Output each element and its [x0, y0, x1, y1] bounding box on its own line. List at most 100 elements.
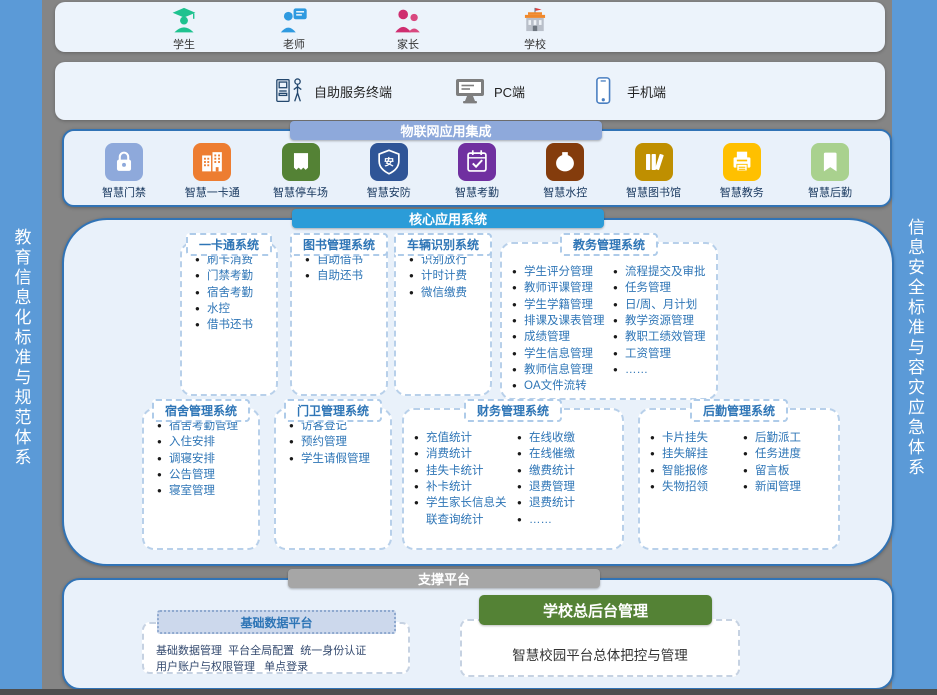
list-item: 教学资源管理	[613, 313, 712, 329]
system-list: 识别放行计时计费微信缴费	[409, 252, 486, 386]
list-item: 退费管理	[517, 479, 618, 495]
system-box-vehicle: 车辆识别系统 识别放行计时计费微信缴费	[394, 242, 492, 396]
iot-panel: 智慧门禁	[62, 129, 892, 207]
user-group-parents: 家长	[376, 7, 440, 52]
list-item: 补卡统计	[414, 479, 515, 495]
security-icon: 安	[370, 143, 408, 181]
user-label: 学校	[524, 36, 546, 52]
support-header-band: 支撑平台	[288, 569, 600, 588]
list-item: 退费统计	[517, 495, 618, 511]
base-platform-title: 基础数据平台	[157, 610, 396, 634]
bullet-icon	[157, 483, 164, 498]
sidebar-right-label: 信息安全标准与容灾应急体系	[902, 218, 927, 478]
bullet-icon	[613, 362, 620, 377]
system-box-title: 门卫管理系统	[284, 399, 382, 422]
bullet-icon	[743, 479, 750, 494]
attendance-icon	[458, 143, 496, 181]
iot-grid: 智慧门禁	[90, 143, 864, 200]
bullet-icon	[157, 451, 164, 466]
sidebar-left: 教育信息化标准与规范体系	[0, 0, 42, 695]
system-box-onecard: 一卡通系统 刷卡消费门禁考勤宿舍考勤水控借书还书	[180, 242, 278, 396]
smart-campus-architecture-diagram: 教育信息化标准与规范体系 信息安全标准与容灾应急体系 学生 老师	[0, 0, 937, 695]
onecard-icon	[193, 143, 231, 181]
bullet-icon	[517, 430, 524, 445]
system-box-title: 后勤管理系统	[690, 399, 788, 422]
access-control-icon	[105, 143, 143, 181]
bullet-icon	[613, 280, 620, 295]
list-item: 挂失卡统计	[414, 463, 515, 479]
iot-label: 智慧安防	[367, 184, 411, 200]
teacher-icon	[280, 7, 308, 35]
bullet-icon	[613, 346, 620, 361]
bullet-icon	[512, 362, 519, 377]
system-list: 流程提交及审批任务管理日/周、月计划教学资源管理教职工绩效管理工资管理……	[613, 264, 712, 395]
bullet-icon	[517, 495, 524, 510]
bullet-icon	[512, 329, 519, 344]
kiosk-icon	[274, 76, 306, 106]
user-group-student: 学生	[152, 7, 216, 52]
bullet-icon	[517, 479, 524, 494]
terminals-panel: 自助服务终端 PC端 手机端	[55, 62, 885, 120]
sidebar-left-label: 教育信息化标准与规范体系	[9, 228, 34, 468]
system-list: 访客登记预约管理学生请假管理	[289, 418, 386, 540]
student-icon	[170, 7, 198, 35]
bottom-strip	[0, 689, 937, 695]
list-item: 教师评课管理	[512, 280, 611, 296]
system-list: 充值统计消费统计挂失卡统计补卡统计学生家长信息关联查询统计	[414, 430, 515, 544]
list-item: 教职工绩效管理	[613, 329, 712, 345]
terminal-group-kiosk: 自助服务终端	[274, 76, 392, 106]
bullet-icon	[414, 430, 421, 445]
system-list: 后勤派工任务进度留言板新闻管理	[743, 430, 834, 544]
list-item: 失物招领	[650, 479, 741, 495]
system-box-title: 财务管理系统	[464, 399, 562, 422]
iot-label: 智慧水控	[543, 184, 587, 200]
bullet-icon	[517, 446, 524, 461]
list-item: 寝室管理	[157, 483, 254, 499]
terminal-label: 手机端	[627, 82, 666, 101]
water-control-icon	[546, 143, 584, 181]
iot-header-band: 物联网应用集成	[290, 121, 602, 140]
edu-affairs-icon	[723, 143, 761, 181]
iot-item-water: 智慧水控	[531, 143, 599, 200]
bullet-icon	[743, 463, 750, 478]
list-item: 缴费统计	[517, 463, 618, 479]
iot-label: 智慧教务	[720, 184, 764, 200]
bullet-icon	[512, 264, 519, 279]
iot-label: 智慧停车场	[273, 184, 328, 200]
bullet-icon	[289, 434, 296, 449]
bullet-icon	[414, 479, 421, 494]
bullet-icon	[195, 285, 202, 300]
system-list: 自助借书自助还书	[305, 252, 382, 386]
list-item: ……	[613, 362, 712, 378]
list-item: 学生学籍管理	[512, 297, 611, 313]
iot-item-parking: 智慧停车场	[267, 143, 335, 200]
system-box-logistics: 后勤管理系统 卡片挂失挂失解挂智能报修失物招领 后勤派工任务进度留言板新闻管理	[638, 408, 840, 550]
list-item: 卡片挂失	[650, 430, 741, 446]
bullet-icon	[512, 378, 519, 393]
bullet-icon	[613, 329, 620, 344]
list-item: 在线收缴	[517, 430, 618, 446]
iot-label: 智慧门禁	[102, 184, 146, 200]
list-item: 新闻管理	[743, 479, 834, 495]
admin-title: 学校总后台管理	[479, 595, 712, 625]
parents-icon	[394, 7, 422, 35]
iot-item-edu: 智慧教务	[708, 143, 776, 200]
bullet-icon	[409, 268, 416, 283]
user-label: 家长	[397, 36, 419, 52]
list-item: 学生评分管理	[512, 264, 611, 280]
bullet-icon	[517, 512, 524, 527]
list-item: ……	[517, 512, 618, 528]
bullet-icon	[409, 285, 416, 300]
support-panel: 基础数据平台 基础数据管理 平台全局配置 统一身份认证 用户账户与权限管理 单点…	[62, 578, 894, 690]
list-item: 微信缴费	[409, 285, 486, 301]
system-box-title: 教务管理系统	[560, 233, 658, 256]
terminal-label: PC端	[494, 82, 525, 101]
core-header-band: 核心应用系统	[292, 209, 604, 228]
list-item: 排课及课表管理	[512, 313, 611, 329]
bullet-icon	[512, 280, 519, 295]
parking-icon	[282, 143, 320, 181]
list-item: 计时计费	[409, 268, 486, 284]
list-item: 任务管理	[613, 280, 712, 296]
system-box-edu-admin: 教务管理系统 学生评分管理教师评课管理学生学籍管理排课及课表管理成绩管理学生信息…	[500, 242, 718, 400]
bullet-icon	[517, 463, 524, 478]
